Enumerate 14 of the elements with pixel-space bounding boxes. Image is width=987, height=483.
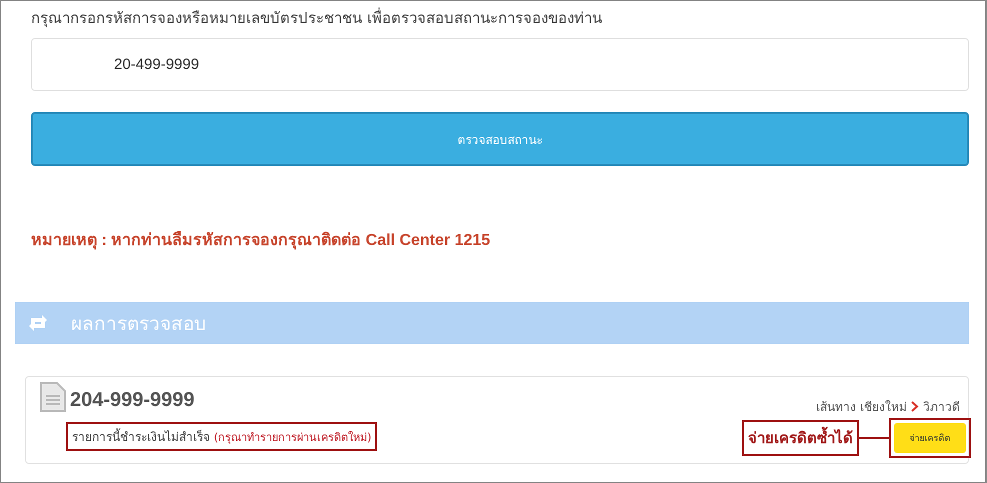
search-heading: กรุณากรอกรหัสการจองหรือหมายเลขบัตรประชาชน เพื่อตรวจสอบสถานะการจองของท่าน bbox=[31, 7, 603, 29]
payment-status-text: รายการนี้ชำระเงินไม่สำเร็จ (กรุณาทำรายการผ่านเครดิตใหม่) bbox=[66, 422, 378, 451]
note-text: หมายเหตุ : หากท่านลืมรหัสการจองกรุณาติดต่อ Call Center 1215 bbox=[31, 230, 492, 252]
repeat-icon bbox=[27, 315, 49, 331]
annotation-callout: จ่ายเครดิตซ้ำได้ bbox=[742, 420, 859, 456]
chevron-right-icon bbox=[911, 401, 919, 412]
route-origin: เชียงใหม่ bbox=[860, 399, 907, 416]
booking-code: 204-999-9999 bbox=[70, 389, 195, 412]
route-destination: วิภาวดี bbox=[923, 399, 960, 416]
document-icon bbox=[40, 382, 66, 412]
pay-credit-button[interactable]: จ่ายเครดิต bbox=[894, 423, 966, 453]
results-title: ผลการตรวจสอบ bbox=[71, 312, 206, 337]
route-label: เส้นทาง bbox=[816, 399, 856, 416]
booking-input-field[interactable]: 20-499-9999 bbox=[31, 38, 969, 91]
